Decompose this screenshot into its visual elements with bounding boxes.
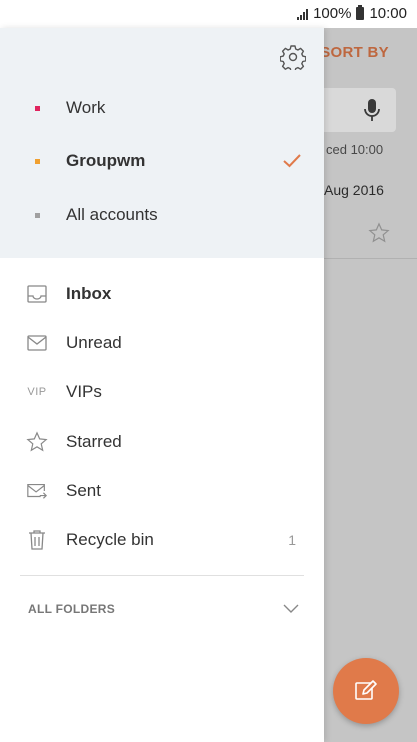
check-icon — [283, 154, 301, 168]
account-color-dot — [35, 105, 40, 111]
account-color-dot — [35, 158, 40, 164]
folder-label: Inbox — [66, 284, 112, 303]
folder-label: VIPs — [66, 382, 102, 401]
compose-button[interactable] — [333, 658, 399, 724]
folder-item-recycle-bin[interactable]: Recycle bin 1 — [0, 520, 324, 560]
inbox-icon — [26, 283, 48, 305]
account-label: All accounts — [66, 205, 158, 224]
folder-item-unread[interactable]: Unread — [0, 323, 324, 363]
sent-icon — [26, 480, 48, 502]
status-bar: 100% 10:00 — [0, 0, 417, 28]
folder-item-starred[interactable]: Starred — [0, 422, 324, 462]
all-folders-toggle[interactable]: ALL FOLDERS — [0, 594, 324, 624]
battery-icon — [356, 5, 365, 20]
account-color-dot — [35, 212, 40, 218]
vip-icon: VIP — [27, 386, 47, 398]
folder-count: 1 — [288, 532, 296, 548]
folder-label: Unread — [66, 333, 122, 352]
battery-percent: 100% — [313, 5, 352, 22]
folder-item-inbox[interactable]: Inbox — [0, 274, 324, 314]
gear-icon[interactable] — [280, 44, 306, 70]
envelope-icon — [26, 332, 48, 354]
folder-item-vips[interactable]: VIP VIPs — [0, 372, 324, 412]
signal-icon — [297, 8, 309, 20]
account-label: Work — [66, 98, 106, 117]
navigation-drawer: Work Groupwm All accounts Inbox Unread V… — [0, 28, 324, 742]
divider — [20, 575, 304, 576]
folder-label: Starred — [66, 432, 122, 451]
account-label: Groupwm — [66, 151, 146, 170]
account-item-all-accounts[interactable]: All accounts — [0, 195, 324, 235]
folder-label: Sent — [66, 481, 101, 500]
compose-icon — [355, 680, 377, 700]
clock: 10:00 — [369, 5, 407, 22]
trash-icon — [26, 529, 48, 551]
folder-label: Recycle bin — [66, 530, 154, 549]
account-item-work[interactable]: Work — [0, 88, 324, 128]
star-icon — [26, 431, 48, 453]
all-folders-label: ALL FOLDERS — [28, 602, 116, 616]
accounts-panel: Work Groupwm All accounts — [0, 28, 324, 258]
folder-item-sent[interactable]: Sent — [0, 471, 324, 511]
account-item-groupwm[interactable]: Groupwm — [0, 141, 324, 181]
chevron-down-icon — [283, 604, 299, 613]
